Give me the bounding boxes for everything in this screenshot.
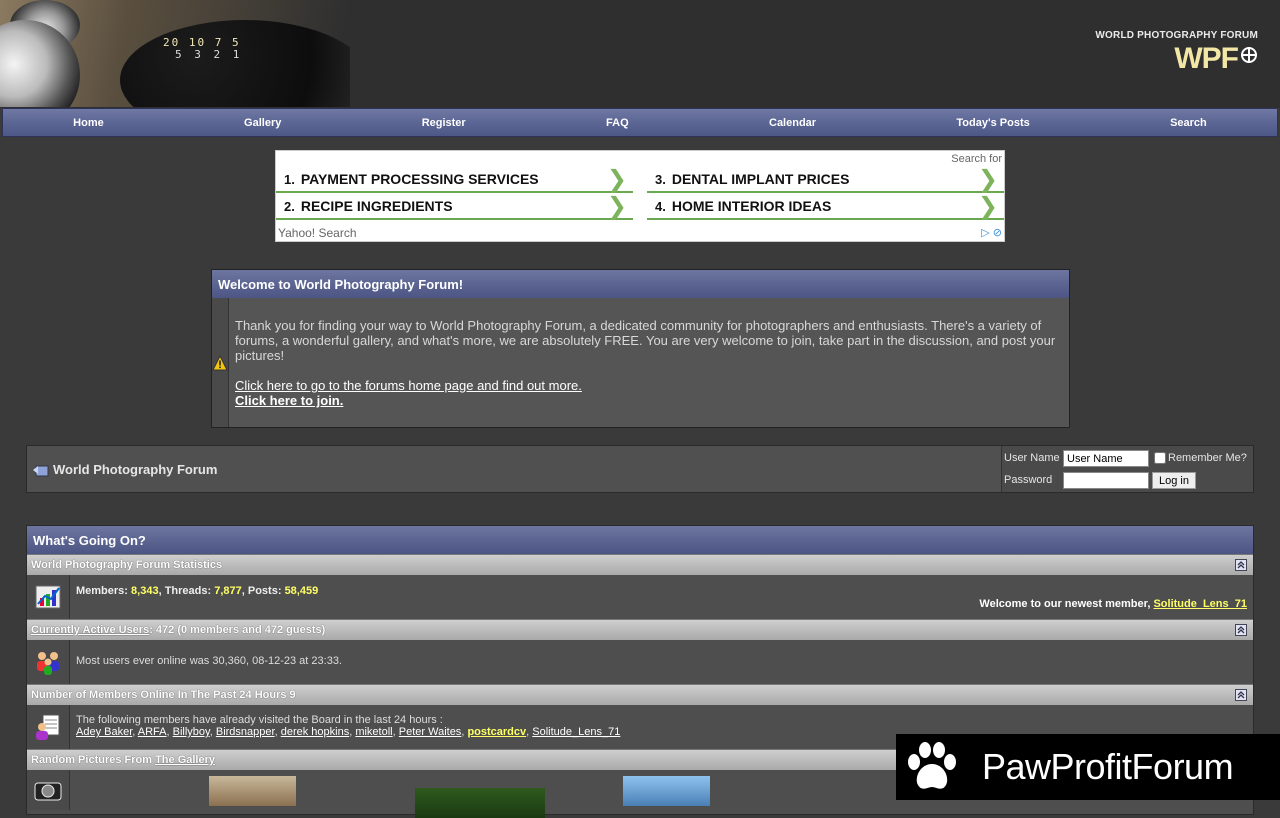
stats-body: Members: 8,343, Threads: 7,877, Posts: 5… bbox=[27, 575, 1253, 619]
member-link[interactable]: Solitude_Lens_71 bbox=[532, 726, 620, 738]
gallery-thumbnail[interactable] bbox=[209, 776, 296, 806]
member-link[interactable]: ARFA bbox=[138, 726, 167, 738]
ad-footer[interactable]: Yahoo! Search bbox=[278, 226, 357, 240]
nav-register[interactable]: Register bbox=[422, 117, 466, 129]
camera-dial-numbers-lower: 5 3 2 1 bbox=[175, 48, 243, 61]
member-link[interactable]: Billyboy bbox=[173, 726, 210, 738]
camera-icon bbox=[34, 782, 62, 801]
chart-icon bbox=[35, 585, 61, 609]
main-nav: Home Gallery Register FAQ Calendar Today… bbox=[2, 108, 1278, 137]
ad-search-for: Search for bbox=[951, 153, 1002, 165]
logo-text: WPF bbox=[1174, 42, 1239, 75]
forums-home-link[interactable]: Click here to go to the forums home page… bbox=[235, 378, 582, 393]
join-link[interactable]: Click here to join. bbox=[235, 393, 343, 408]
crosshair-icon bbox=[1241, 47, 1257, 63]
ad-item-4[interactable]: 4. HOME INTERIOR IDEAS ❯ bbox=[647, 192, 1004, 220]
newest-member: Welcome to our newest member, Solitude_L… bbox=[979, 598, 1247, 610]
paw-icon bbox=[908, 742, 956, 789]
forum-home-icon[interactable] bbox=[33, 463, 49, 477]
newest-member-link[interactable]: Solitude_Lens_71 bbox=[1153, 598, 1247, 610]
active-users-record: Most users ever online was 30,360, 08-12… bbox=[76, 655, 342, 667]
ad-item-label: RECIPE INGREDIENTS bbox=[300, 198, 453, 214]
stats-header: World Photography Forum Statistics bbox=[27, 554, 1253, 575]
online-24h-header: Number of Members Online In The Past 24 … bbox=[27, 684, 1253, 705]
collapse-icon[interactable] bbox=[1235, 689, 1247, 701]
ad-item-label: HOME INTERIOR IDEAS bbox=[671, 198, 832, 214]
warning-icon bbox=[212, 354, 228, 370]
member-link[interactable]: Adey Baker bbox=[76, 726, 132, 738]
member-link[interactable]: derek hopkins bbox=[281, 726, 350, 738]
ad-banner: Search for 1. PAYMENT PROCESSING SERVICE… bbox=[275, 150, 1005, 242]
active-users-header: Currently Active Users: 472 (0 members a… bbox=[27, 619, 1253, 640]
header-camera-image: 20 10 7 5 5 3 2 1 bbox=[0, 0, 350, 107]
pawprofit-watermark: PawProfitForum bbox=[896, 734, 1280, 800]
username-input[interactable] bbox=[1063, 450, 1149, 467]
users-icon bbox=[37, 652, 59, 675]
site-header: 20 10 7 5 5 3 2 1 WORLD PHOTOGRAPHY FORU… bbox=[0, 0, 1280, 108]
threads-count: 7,877 bbox=[214, 585, 242, 597]
remember-me[interactable]: Remember Me? bbox=[1154, 452, 1247, 464]
member-link[interactable]: Peter Waites bbox=[399, 726, 462, 738]
online-24h-intro: The following members have already visit… bbox=[76, 714, 443, 726]
member-link[interactable]: Birdsnapper bbox=[216, 726, 275, 738]
gallery-thumbnail[interactable] bbox=[415, 788, 545, 818]
welcome-message: Thank you for finding your way to World … bbox=[235, 318, 1056, 363]
chevron-right-icon: ❯ bbox=[606, 192, 627, 220]
nav-calendar[interactable]: Calendar bbox=[769, 117, 816, 129]
username-label: User Name bbox=[1004, 452, 1060, 464]
online-members-list: Adey Baker, ARFA, Billyboy, Birdsnapper,… bbox=[76, 726, 621, 738]
login-button[interactable]: Log in bbox=[1152, 472, 1196, 489]
chevron-right-icon: ❯ bbox=[977, 165, 998, 193]
site-logo[interactable]: WORLD PHOTOGRAPHY FORUM WPF bbox=[1095, 30, 1258, 75]
collapse-icon[interactable] bbox=[1235, 559, 1247, 571]
ad-item-label: PAYMENT PROCESSING SERVICES bbox=[300, 171, 539, 187]
breadcrumb-title: World Photography Forum bbox=[53, 462, 218, 477]
nav-search[interactable]: Search bbox=[1170, 117, 1207, 129]
adchoices-icon[interactable]: ▷ ⊘ bbox=[981, 226, 1002, 239]
watermark-text: PawProfitForum bbox=[982, 746, 1234, 787]
ad-item-1[interactable]: 1. PAYMENT PROCESSING SERVICES ❯ bbox=[276, 165, 633, 193]
member-link[interactable]: miketoll bbox=[355, 726, 392, 738]
active-users-link[interactable]: Currently Active Users bbox=[31, 624, 149, 636]
login-form: User Name Remember Me? Password Log in bbox=[1001, 446, 1253, 492]
password-label: Password bbox=[1004, 474, 1053, 486]
ad-item-3[interactable]: 3. DENTAL IMPLANT PRICES ❯ bbox=[647, 165, 1004, 193]
breadcrumb-bar: World Photography Forum User Name Rememb… bbox=[26, 445, 1254, 493]
ad-item-label: DENTAL IMPLANT PRICES bbox=[671, 171, 850, 187]
gallery-link[interactable]: The Gallery bbox=[155, 754, 215, 766]
nav-todays-posts[interactable]: Today's Posts bbox=[956, 117, 1029, 129]
logo-subtitle: WORLD PHOTOGRAPHY FORUM bbox=[1095, 30, 1258, 41]
collapse-icon[interactable] bbox=[1235, 624, 1247, 636]
remember-me-checkbox[interactable] bbox=[1154, 452, 1166, 464]
nav-gallery[interactable]: Gallery bbox=[244, 117, 281, 129]
nav-faq[interactable]: FAQ bbox=[606, 117, 629, 129]
password-input[interactable] bbox=[1063, 472, 1149, 489]
wgo-title: What's Going On? bbox=[27, 526, 1253, 554]
posts-count: 58,459 bbox=[284, 585, 319, 597]
chevron-right-icon: ❯ bbox=[977, 192, 998, 220]
nav-home[interactable]: Home bbox=[73, 117, 104, 129]
welcome-text: Thank you for finding your way to World … bbox=[229, 298, 1069, 427]
active-users-body: Most users ever online was 30,360, 08-12… bbox=[27, 640, 1253, 684]
calendar-users-icon bbox=[36, 714, 60, 740]
chevron-right-icon: ❯ bbox=[606, 165, 627, 193]
remember-me-label: Remember Me? bbox=[1168, 452, 1247, 464]
ad-item-2[interactable]: 2. RECIPE INGREDIENTS ❯ bbox=[276, 192, 633, 220]
stats-title: World Photography Forum Statistics bbox=[31, 559, 223, 571]
gallery-thumbnail[interactable] bbox=[623, 776, 710, 806]
member-link[interactable]: postcardcv bbox=[467, 726, 526, 738]
breadcrumb: World Photography Forum bbox=[33, 462, 217, 477]
members-count: 8,343 bbox=[131, 585, 159, 597]
welcome-title: Welcome to World Photography Forum! bbox=[212, 270, 1069, 298]
welcome-box: Welcome to World Photography Forum! Than… bbox=[211, 269, 1070, 428]
